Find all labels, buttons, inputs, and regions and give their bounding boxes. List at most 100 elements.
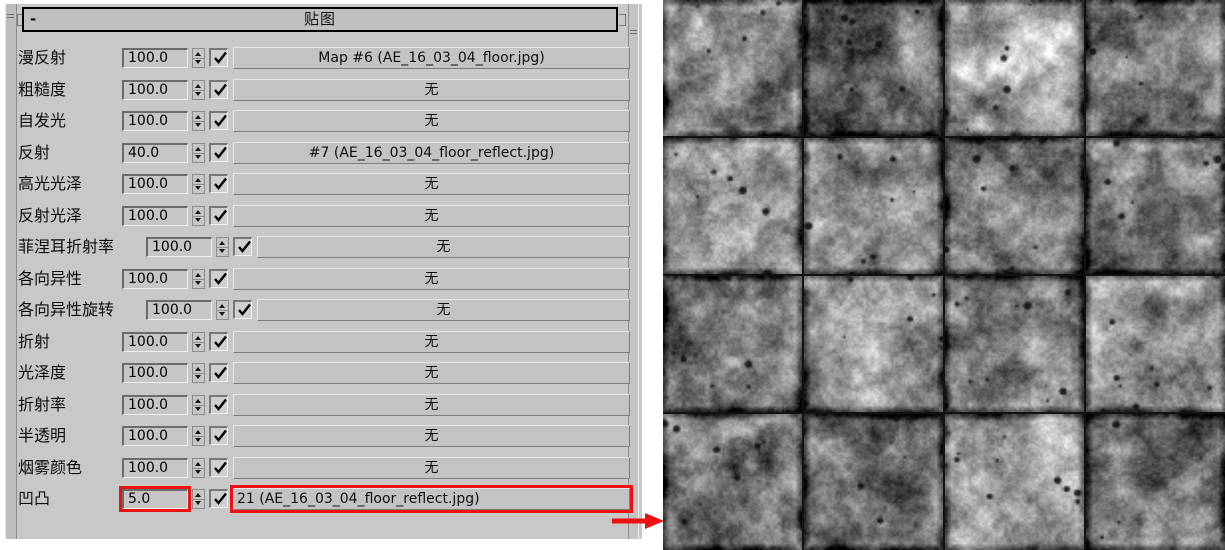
map-slot-button[interactable]: 无 xyxy=(233,173,630,195)
spinner-down-icon[interactable] xyxy=(195,343,201,348)
spinner-up-icon[interactable] xyxy=(195,52,201,56)
spinner-down-icon[interactable] xyxy=(195,469,201,474)
map-enable-checkbox[interactable] xyxy=(209,426,228,445)
map-slot-button[interactable]: 无 xyxy=(233,78,630,101)
spinner-up-icon[interactable] xyxy=(195,209,201,214)
map-enable-checkbox[interactable] xyxy=(233,300,252,319)
map-slot-button[interactable]: 无 xyxy=(233,362,630,384)
map-slot-button[interactable]: 无 xyxy=(233,456,630,479)
map-slot-row: 折射率 100.0 无 xyxy=(18,392,632,418)
map-slot-button[interactable]: 21 (AE_16_03_04_floor_reflect.jpg) xyxy=(230,485,633,513)
map-amount-input[interactable]: 100.0 xyxy=(122,48,188,68)
spinner-stepper[interactable] xyxy=(216,237,229,257)
spinner-up-icon[interactable] xyxy=(219,304,225,308)
spinner-up-icon[interactable] xyxy=(195,367,201,371)
spinner-up-icon[interactable] xyxy=(195,83,201,88)
spinner-down-icon[interactable] xyxy=(195,91,201,96)
map-enable-checkbox[interactable] xyxy=(209,48,228,67)
spinner-stepper[interactable] xyxy=(192,48,205,68)
map-slot-button[interactable]: 无 xyxy=(233,330,630,353)
spinner-down-icon[interactable] xyxy=(195,154,201,159)
map-amount-input[interactable]: 100.0 xyxy=(122,79,188,100)
texture-tile xyxy=(945,414,1084,550)
spinner-up-icon[interactable] xyxy=(195,178,201,182)
map-slot-label: 折射 xyxy=(18,331,51,351)
map-enable-checkbox[interactable] xyxy=(209,79,228,99)
map-slot-button[interactable]: Map #6 (AE_16_03_04_floor.jpg) xyxy=(233,47,630,69)
spinner-down-icon[interactable] xyxy=(219,312,225,316)
spinner-up-icon[interactable] xyxy=(195,461,201,466)
spinner-down-icon[interactable] xyxy=(195,123,201,127)
spinner-stepper[interactable] xyxy=(216,300,229,320)
spinner-stepper[interactable] xyxy=(192,111,205,131)
map-amount-input[interactable]: 100.0 xyxy=(122,174,188,194)
map-amount-input[interactable]: 100.0 xyxy=(122,457,188,478)
spinner-down-icon[interactable] xyxy=(219,249,225,253)
map-amount-input[interactable]: 100.0 xyxy=(146,300,212,320)
spinner-down-icon[interactable] xyxy=(195,186,201,190)
spinner-stepper[interactable] xyxy=(192,79,205,100)
spinner-stepper[interactable] xyxy=(192,142,205,163)
map-slot-button[interactable]: 无 xyxy=(233,425,630,447)
map-amount-input[interactable]: 100.0 xyxy=(122,426,188,446)
map-amount-input[interactable]: 100.0 xyxy=(122,363,188,383)
spinner-up-icon[interactable] xyxy=(195,493,201,497)
map-enable-checkbox[interactable] xyxy=(209,394,228,414)
spinner-down-icon[interactable] xyxy=(195,501,201,505)
map-enable-checkbox[interactable] xyxy=(209,205,228,225)
spinner-stepper[interactable] xyxy=(192,363,205,383)
spinner-up-icon[interactable] xyxy=(195,115,201,119)
map-enable-checkbox[interactable] xyxy=(209,111,228,130)
spinner-up-icon[interactable] xyxy=(195,146,201,151)
map-amount-input[interactable]: 40.0 xyxy=(122,142,188,163)
map-slot-button[interactable]: 无 xyxy=(233,267,630,290)
checkmark-icon xyxy=(214,429,227,442)
map-enable-checkbox[interactable] xyxy=(209,268,228,288)
map-amount-input[interactable]: 5.0 xyxy=(119,486,191,512)
spinner-up-icon[interactable] xyxy=(195,335,201,340)
spinner-down-icon[interactable] xyxy=(195,280,201,285)
map-amount-input[interactable]: 100.0 xyxy=(122,331,188,352)
map-slot-button[interactable]: #7 (AE_16_03_04_floor_reflect.jpg) xyxy=(233,141,630,164)
spinner-stepper[interactable] xyxy=(192,268,205,289)
map-slot-button[interactable]: 无 xyxy=(233,393,630,416)
spinner-stepper[interactable] xyxy=(192,394,205,415)
map-slot-button[interactable]: 无 xyxy=(233,204,630,227)
map-amount-input[interactable]: 100.0 xyxy=(122,205,188,226)
map-enable-checkbox[interactable] xyxy=(209,457,228,477)
map-slot-button[interactable]: 无 xyxy=(233,110,630,132)
spinner-up-icon[interactable] xyxy=(219,241,225,245)
map-enable-checkbox[interactable] xyxy=(209,489,228,508)
texture-tile xyxy=(663,138,802,274)
map-amount-input[interactable]: 100.0 xyxy=(122,111,188,131)
map-enable-checkbox[interactable] xyxy=(209,331,228,351)
map-enable-checkbox[interactable] xyxy=(209,363,228,382)
spinner-stepper[interactable] xyxy=(192,174,205,194)
map-amount-input[interactable]: 100.0 xyxy=(122,394,188,415)
spinner-down-icon[interactable] xyxy=(195,375,201,379)
spinner-down-icon[interactable] xyxy=(195,406,201,411)
spinner-stepper[interactable] xyxy=(192,457,205,478)
spinner-up-icon[interactable] xyxy=(195,272,201,277)
rollout-title-label: 贴图 xyxy=(303,10,336,28)
rollout-collapse-icon[interactable]: - xyxy=(30,9,37,30)
map-amount-input[interactable]: 100.0 xyxy=(146,237,212,257)
map-slot-button[interactable]: 无 xyxy=(257,299,630,321)
spinner-stepper[interactable] xyxy=(192,331,205,352)
command-panel-left-rail[interactable] xyxy=(5,4,17,539)
map-enable-checkbox[interactable] xyxy=(233,237,252,256)
floor-texture-preview xyxy=(663,0,1225,550)
rollout-header-maps[interactable]: - 贴图 xyxy=(22,7,618,32)
spinner-stepper[interactable] xyxy=(192,205,205,226)
map-enable-checkbox[interactable] xyxy=(209,142,228,162)
spinner-up-icon[interactable] xyxy=(195,398,201,403)
map-enable-checkbox[interactable] xyxy=(209,174,228,193)
spinner-down-icon[interactable] xyxy=(195,438,201,442)
map-slot-button[interactable]: 无 xyxy=(257,236,630,258)
spinner-stepper[interactable] xyxy=(192,489,205,509)
map-amount-input[interactable]: 100.0 xyxy=(122,268,188,289)
spinner-down-icon[interactable] xyxy=(195,60,201,64)
spinner-up-icon[interactable] xyxy=(195,430,201,434)
spinner-stepper[interactable] xyxy=(192,426,205,446)
spinner-down-icon[interactable] xyxy=(195,217,201,222)
